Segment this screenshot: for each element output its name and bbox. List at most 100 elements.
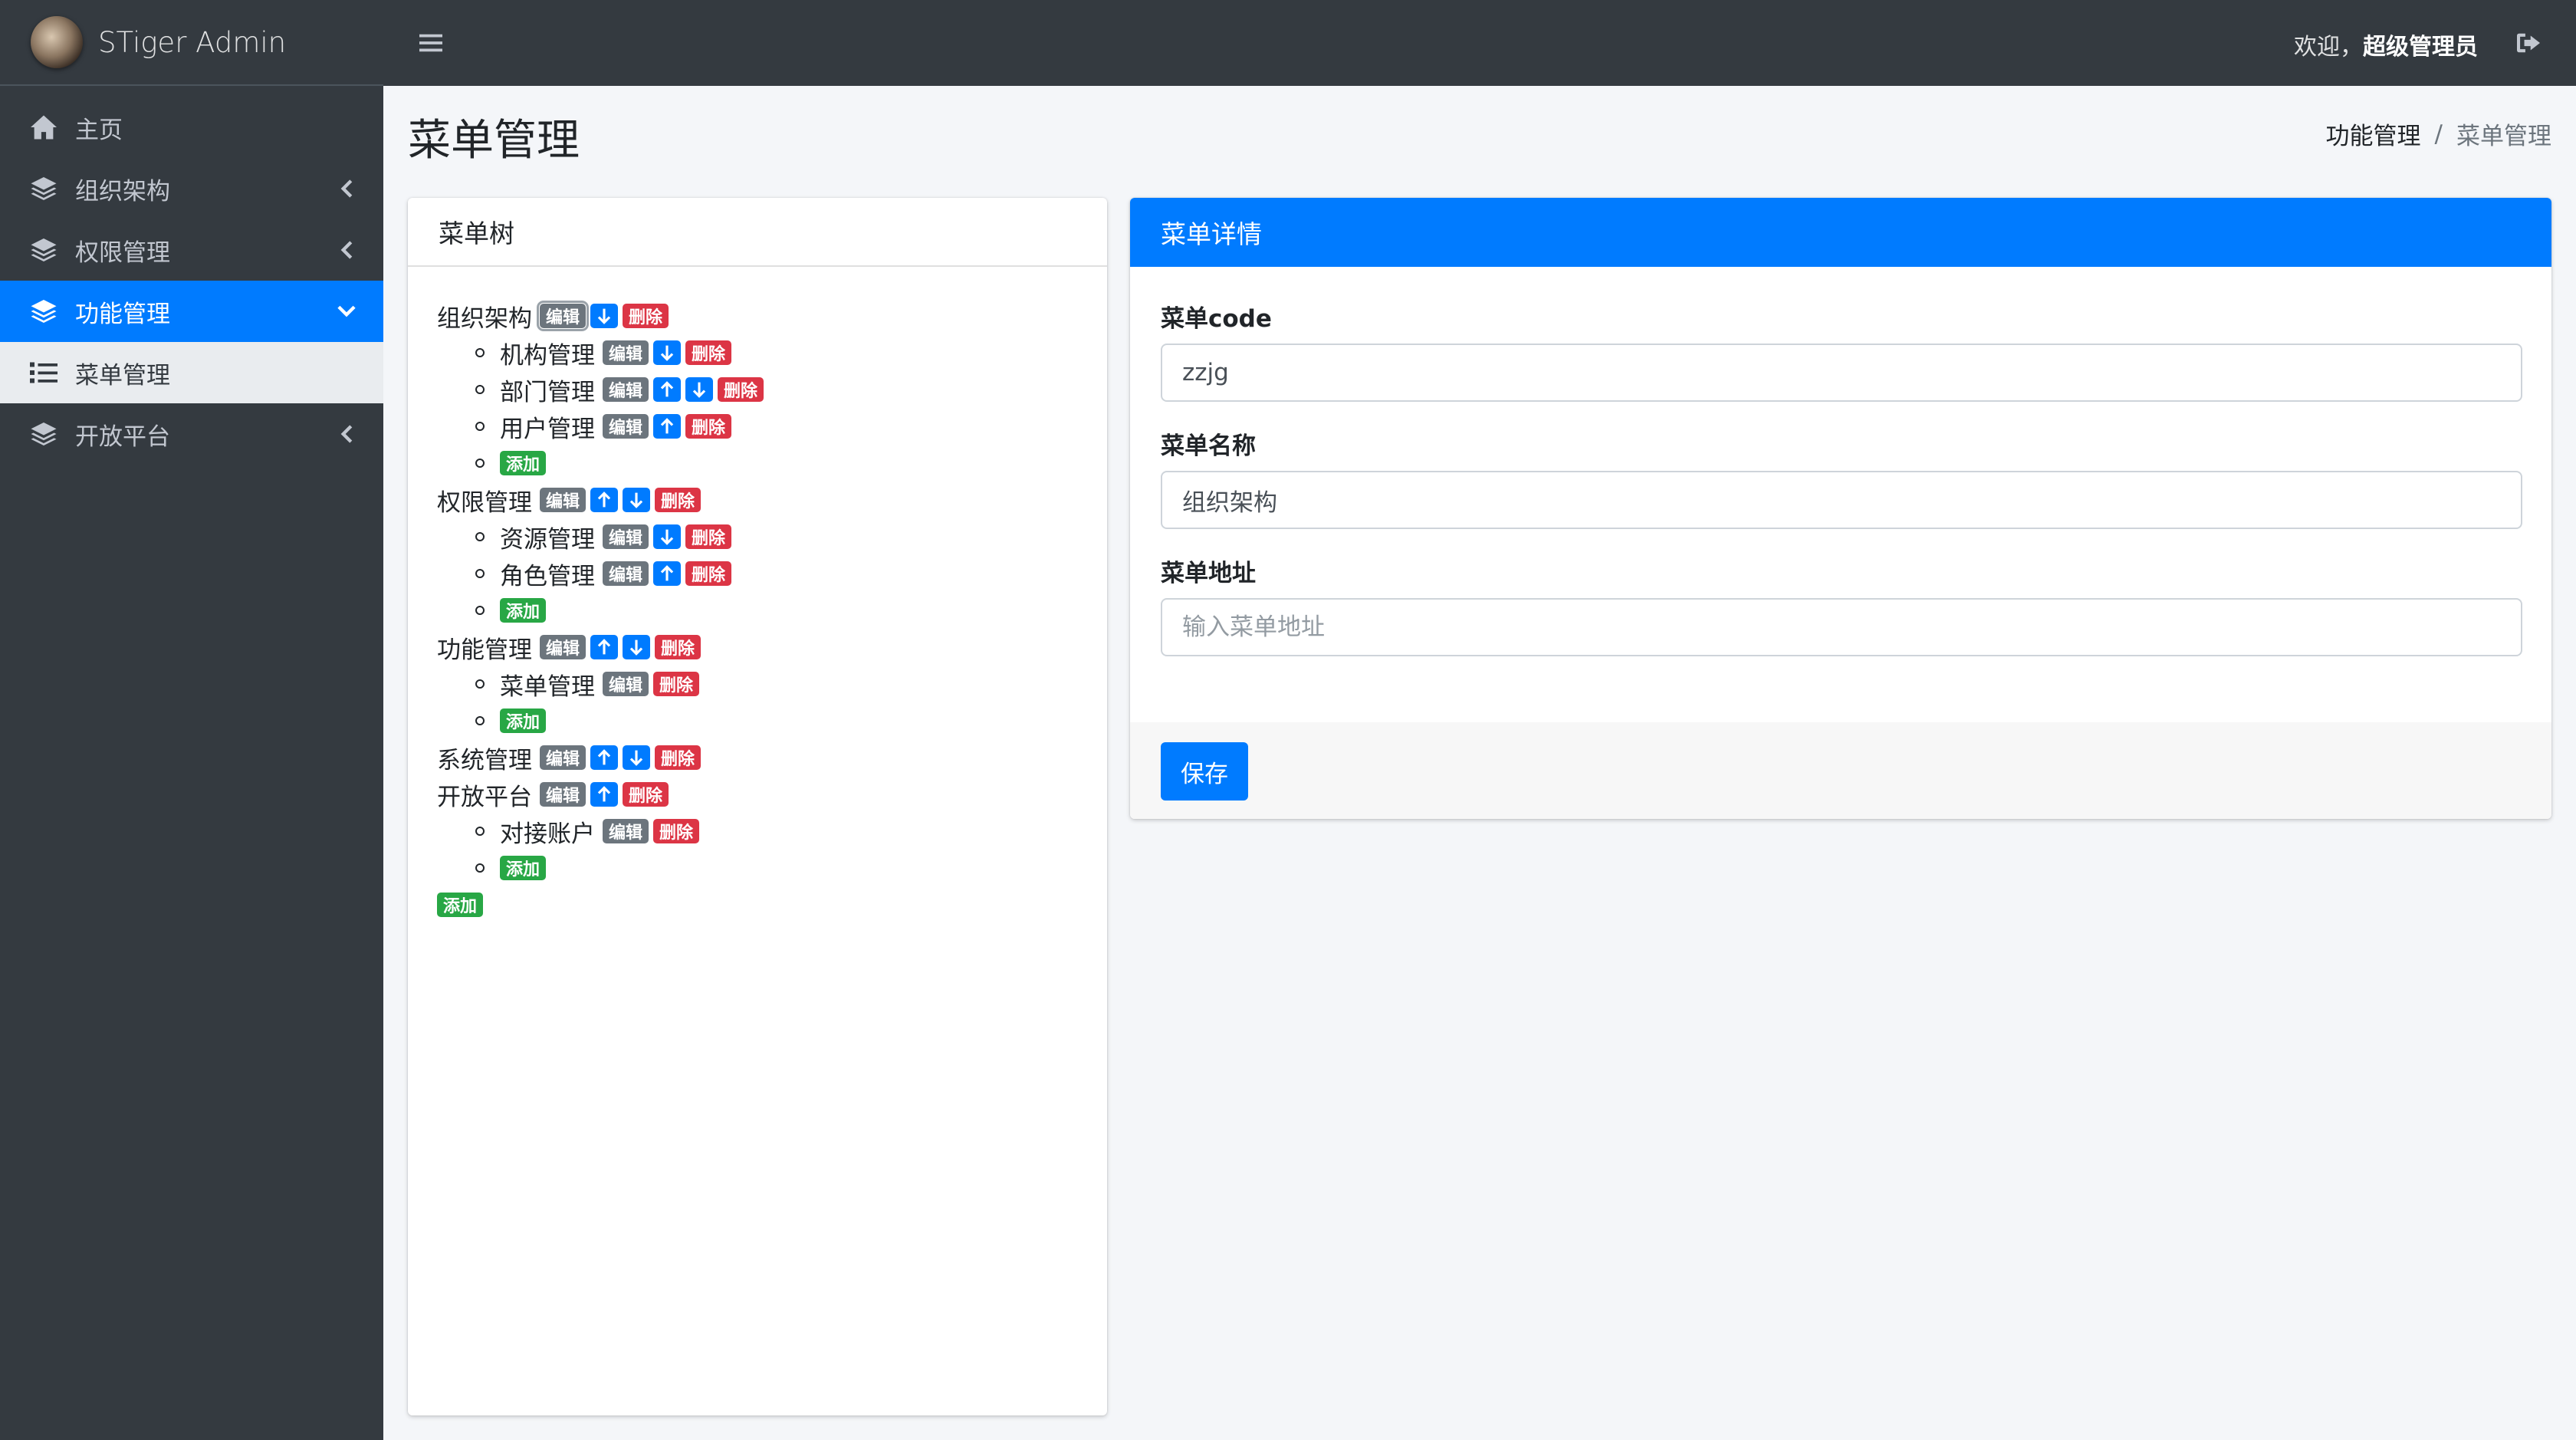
edit-button[interactable]: 编辑 [536, 301, 590, 331]
tree-node-label[interactable]: 组织架构 [437, 299, 532, 334]
edit-button[interactable]: 编辑 [540, 782, 586, 807]
tree-node-label[interactable]: 系统管理 [437, 741, 532, 775]
breadcrumb-parent[interactable]: 功能管理 [2326, 117, 2421, 151]
tree-node-label[interactable]: 开放平台 [437, 778, 532, 812]
tree-node-label[interactable]: 权限管理 [437, 483, 532, 518]
brand-link[interactable]: STiger Admin [0, 0, 383, 86]
move-up-icon[interactable] [653, 414, 682, 439]
sidebar-item-label: 权限管理 [75, 238, 170, 267]
move-up-icon[interactable] [590, 635, 619, 659]
edit-button[interactable]: 编辑 [603, 340, 649, 365]
tree-node: 机构管理 编辑 删除 [437, 334, 1107, 371]
chevron-left-icon [333, 175, 360, 202]
hamburger-menu-icon[interactable] [409, 21, 452, 64]
add-button[interactable]: 添加 [500, 451, 547, 475]
delete-button[interactable]: 删除 [655, 635, 702, 659]
menu-url-input[interactable] [1161, 598, 2522, 656]
breadcrumb-separator: / [2434, 120, 2443, 148]
delete-button[interactable]: 删除 [718, 377, 764, 402]
tree-node: 部门管理 编辑 删除 [437, 371, 1107, 408]
delete-button[interactable]: 删除 [685, 524, 732, 549]
menu-tree: 组织架构 编辑 删除 机构管理 编辑 删除 部门管理 编辑 删除 用户管理 编辑… [408, 267, 1107, 923]
delete-button[interactable]: 删除 [623, 304, 669, 328]
bullet-icon [475, 459, 485, 468]
move-up-icon[interactable] [653, 377, 682, 402]
delete-button[interactable]: 删除 [685, 340, 732, 365]
tree-node-label[interactable]: 资源管理 [500, 520, 595, 554]
edit-button[interactable]: 编辑 [603, 377, 649, 402]
chevron-left-icon [333, 420, 360, 448]
tree-node: 添加 [437, 445, 1107, 482]
sidebar-item-label: 功能管理 [75, 300, 170, 328]
sidebar: STiger Admin 主页 组织架构 权限管理 功能管理 菜单管理 开放平台 [0, 0, 383, 1440]
move-down-icon[interactable] [623, 488, 651, 512]
layers-icon [28, 418, 60, 450]
sidebar-nav: 主页 组织架构 权限管理 功能管理 菜单管理 开放平台 [0, 86, 383, 465]
tree-node-label[interactable]: 对接账户 [500, 814, 595, 849]
menu-code-input[interactable] [1161, 344, 2522, 402]
tree-node-label[interactable]: 部门管理 [500, 373, 595, 407]
move-up-icon[interactable] [590, 745, 619, 770]
tree-node-label[interactable]: 菜单管理 [500, 667, 595, 702]
tree-node: 添加 [437, 850, 1107, 886]
bullet-icon [475, 422, 485, 431]
brand-title: STiger Admin [98, 25, 287, 59]
delete-button[interactable]: 删除 [623, 782, 669, 807]
sidebar-item-open-platform[interactable]: 开放平台 [0, 403, 383, 465]
move-down-icon[interactable] [653, 524, 682, 549]
move-down-icon[interactable] [623, 745, 651, 770]
sidebar-item-label: 主页 [75, 116, 123, 144]
menu-url-label: 菜单地址 [1161, 560, 1256, 587]
username: 超级管理员 [2363, 34, 2478, 61]
sidebar-item-label: 菜单管理 [75, 361, 170, 390]
add-button[interactable]: 添加 [500, 598, 547, 623]
edit-button[interactable]: 编辑 [603, 819, 649, 843]
list-icon [28, 357, 60, 389]
edit-button[interactable]: 编辑 [603, 414, 649, 439]
edit-button[interactable]: 编辑 [603, 672, 649, 696]
move-up-icon[interactable] [590, 782, 619, 807]
edit-button[interactable]: 编辑 [540, 488, 586, 512]
tree-node-label[interactable]: 角色管理 [500, 557, 595, 591]
bullet-icon [475, 385, 485, 394]
bullet-icon [475, 716, 485, 725]
delete-button[interactable]: 删除 [655, 488, 702, 512]
logout-icon[interactable] [2512, 26, 2545, 60]
tree-node-label[interactable]: 功能管理 [437, 630, 532, 665]
sidebar-item-home[interactable]: 主页 [0, 97, 383, 158]
delete-button[interactable]: 删除 [655, 745, 702, 770]
sidebar-item-org[interactable]: 组织架构 [0, 158, 383, 219]
welcome-prefix: 欢迎， [2294, 34, 2363, 61]
tree-node: 角色管理 编辑 删除 [437, 555, 1107, 592]
save-button[interactable]: 保存 [1161, 742, 1248, 801]
brand-logo [31, 16, 83, 68]
menu-tree-card: 菜单树 组织架构 编辑 删除 机构管理 编辑 删除 部门管理 编辑 删除 用户管… [408, 198, 1107, 1415]
sidebar-item-permission[interactable]: 权限管理 [0, 219, 383, 281]
tree-node-label[interactable]: 用户管理 [500, 409, 595, 444]
move-down-icon[interactable] [685, 377, 714, 402]
move-down-icon[interactable] [590, 304, 619, 328]
sidebar-item-menu-management[interactable]: 菜单管理 [0, 342, 383, 403]
layers-icon [28, 173, 60, 205]
delete-button[interactable]: 删除 [653, 819, 700, 843]
sidebar-item-function[interactable]: 功能管理 [0, 281, 383, 342]
tree-node-label[interactable]: 机构管理 [500, 336, 595, 370]
delete-button[interactable]: 删除 [685, 414, 732, 439]
menu-name-input[interactable] [1161, 471, 2522, 529]
edit-button[interactable]: 编辑 [540, 745, 586, 770]
move-down-icon[interactable] [623, 635, 651, 659]
move-up-icon[interactable] [590, 488, 619, 512]
edit-button[interactable]: 编辑 [603, 524, 649, 549]
delete-button[interactable]: 删除 [685, 561, 732, 586]
delete-button[interactable]: 删除 [653, 672, 700, 696]
edit-button[interactable]: 编辑 [603, 561, 649, 586]
move-up-icon[interactable] [653, 561, 682, 586]
add-root-button[interactable]: 添加 [437, 893, 484, 917]
tree-node: 功能管理 编辑 删除 [437, 629, 1107, 666]
move-down-icon[interactable] [653, 340, 682, 365]
menu-code-label: 菜单code [1161, 305, 1272, 333]
add-button[interactable]: 添加 [500, 856, 547, 880]
tree-node: 开放平台 编辑 删除 [437, 776, 1107, 813]
edit-button[interactable]: 编辑 [540, 635, 586, 659]
add-button[interactable]: 添加 [500, 708, 547, 733]
